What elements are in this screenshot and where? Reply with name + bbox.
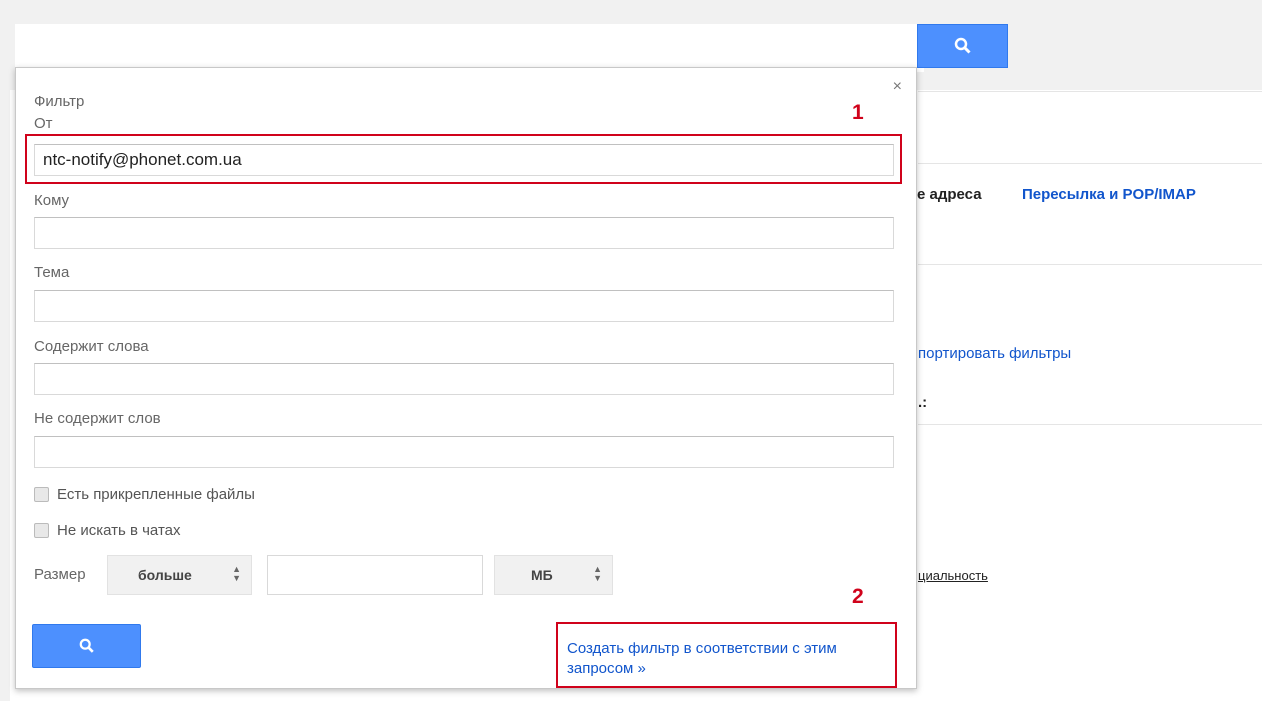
- has-words-field[interactable]: [34, 363, 894, 395]
- search-icon: [79, 638, 94, 653]
- export-filters-link[interactable]: портировать фильтры: [918, 345, 1071, 362]
- search-button[interactable]: [917, 24, 1008, 68]
- size-operator-value: больше: [138, 567, 192, 583]
- size-label: Размер: [34, 566, 86, 583]
- divider: [918, 91, 1262, 92]
- tab-forwarding-pop-imap[interactable]: Пересылка и POP/IMAP: [1022, 186, 1196, 203]
- to-label: Кому: [34, 192, 70, 209]
- divider: [918, 264, 1262, 265]
- subject-field[interactable]: [34, 290, 894, 322]
- doesnt-have-label: Не содержит слов: [34, 410, 161, 427]
- size-unit-value: МБ: [531, 567, 553, 583]
- annotation-box-2: [556, 622, 897, 688]
- divider: [918, 424, 1262, 425]
- doesnt-have-field[interactable]: [34, 436, 894, 468]
- select-arrows-icon: ▲ ▼: [232, 564, 241, 583]
- tab-addresses[interactable]: е адреса: [917, 186, 982, 203]
- subject-label: Тема: [34, 264, 70, 281]
- exclude-chats-checkbox[interactable]: [34, 523, 49, 538]
- has-attachment-checkbox[interactable]: [34, 487, 49, 502]
- dialog-title: Фильтр: [34, 93, 85, 110]
- mail-search-input[interactable]: [15, 24, 924, 72]
- exclude-chats-label: Не искать в чатах: [57, 522, 181, 539]
- privacy-link[interactable]: циальность: [918, 568, 988, 583]
- annotation-box-1: [25, 134, 902, 184]
- has-attachment-label: Есть прикрепленные файлы: [57, 486, 255, 503]
- search-icon: [954, 37, 971, 54]
- size-unit-select[interactable]: МБ ▲ ▼: [494, 555, 613, 595]
- filter-search-button[interactable]: [32, 624, 141, 668]
- size-value-input[interactable]: [267, 555, 483, 595]
- from-label: От: [34, 115, 53, 132]
- has-words-label: Содержит слова: [34, 338, 149, 355]
- select-arrows-icon: ▲ ▼: [593, 564, 602, 583]
- background-label: .:: [918, 394, 928, 411]
- has-attachment-option[interactable]: Есть прикрепленные файлы: [34, 486, 255, 503]
- annotation-number-2: 2: [852, 585, 864, 608]
- close-icon[interactable]: ×: [893, 78, 902, 96]
- annotation-number-1: 1: [852, 101, 864, 124]
- size-operator-select[interactable]: больше ▲ ▼: [107, 555, 252, 595]
- exclude-chats-option[interactable]: Не искать в чатах: [34, 522, 181, 539]
- divider: [918, 163, 1262, 164]
- to-field[interactable]: [34, 217, 894, 249]
